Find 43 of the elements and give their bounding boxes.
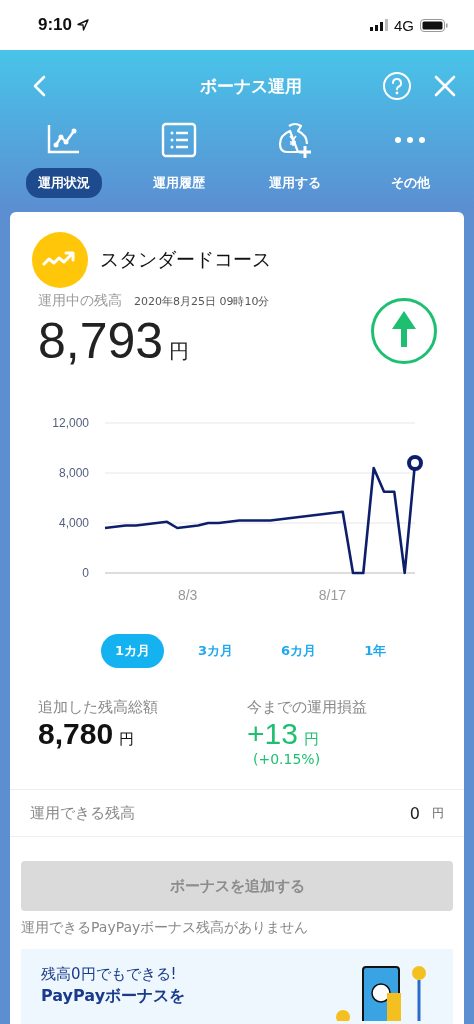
y-axis-label: 12,000 (52, 416, 89, 430)
list-icon[interactable] (161, 122, 198, 160)
banner-subtitle: 残高0円でもできる! (41, 964, 178, 984)
course-name: スタンダードコース (100, 247, 271, 272)
y-axis-label: 0 (82, 566, 89, 580)
signal-icon (370, 19, 388, 31)
period-button[interactable]: 1カ月 (101, 634, 165, 668)
period-button[interactable]: 3カ月 (184, 634, 248, 668)
summary-label: 今までの運用損益 (247, 698, 368, 717)
status-time: 9:10 (38, 15, 73, 35)
currency-unit: 円 (432, 804, 444, 822)
y-axis-label: 8,000 (58, 466, 89, 480)
tab[interactable]: その他 (378, 168, 442, 198)
tab[interactable]: 運用状況 (25, 168, 102, 198)
network-label: 4G (394, 16, 414, 34)
notice-text: 運用できるPayPayボーナス残高がありません (20, 917, 310, 937)
x-axis-label: 8/17 (318, 587, 346, 603)
balance-label: 運用中の残高 (38, 292, 122, 310)
promo-banner[interactable]: 残高0円でもできる! PayPayボーナスを (21, 948, 453, 1024)
timestamp: 2020年8月25日 09時10分 (134, 294, 270, 309)
money-bag-plus-icon[interactable] (276, 122, 313, 160)
available-label: 運用できる残高 (30, 803, 135, 823)
x-axis-label: 8/3 (177, 587, 198, 603)
summary-label: 追加した残高総額 (38, 698, 159, 717)
battery-icon (420, 18, 448, 32)
period-button[interactable]: 1年 (350, 634, 401, 668)
screen-title: ボーナス運用 (199, 74, 302, 98)
currency-unit: 円 (303, 730, 319, 749)
tab[interactable]: 運用する (256, 168, 333, 198)
location-icon (77, 19, 90, 31)
summary-amount: 8,780 (38, 717, 114, 751)
period-button[interactable]: 6カ月 (267, 634, 331, 668)
currency-unit: 円 (119, 730, 135, 749)
trend-icon (32, 232, 88, 288)
tab[interactable]: 運用履歴 (141, 168, 218, 198)
available-amount: 0 (409, 803, 420, 823)
currency-unit: 円 (169, 338, 190, 365)
summary-amount: +13 (247, 717, 298, 751)
percent-change: (+0.15%) (252, 751, 322, 767)
balance-amount: 8,793 (38, 312, 164, 370)
banner-title: PayPayボーナスを (41, 985, 186, 1007)
end-point-marker (407, 455, 423, 471)
y-axis-label: 4,000 (58, 516, 89, 530)
